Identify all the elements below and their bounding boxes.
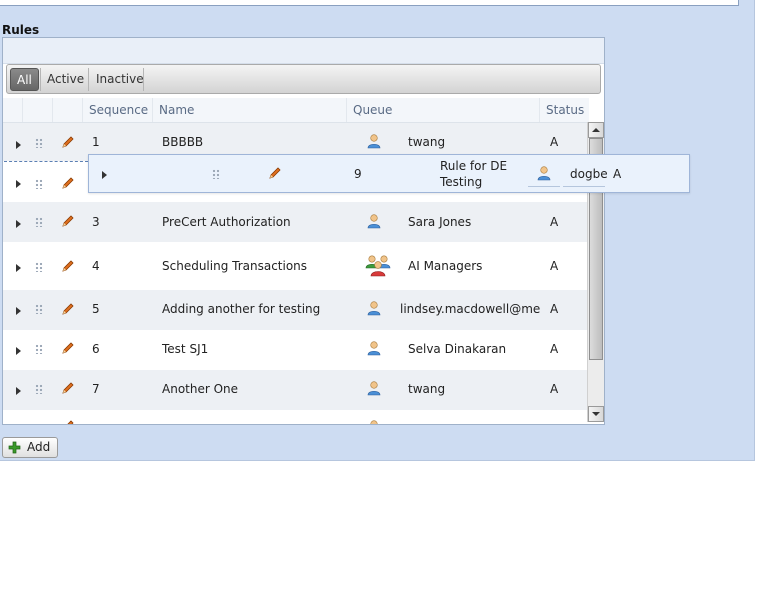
scroll-up-button[interactable] [588,122,604,138]
header-status[interactable]: Status [540,98,589,122]
sequence-cell: 1 [92,135,100,149]
table-row[interactable] [3,410,589,424]
sequence-cell: 4 [92,259,100,273]
status-cell: A [550,302,559,316]
status-cell: A [613,167,622,181]
expand-row-icon[interactable] [16,141,21,149]
table-row[interactable]: 7 Another One twang A [3,370,589,410]
expand-row-icon[interactable] [16,220,21,228]
dragged-row[interactable]: 9 Rule for DE Testing dogbe A [88,154,690,193]
status-cell: A [550,259,559,273]
sequence-cell: 5 [92,302,100,316]
scroll-down-button[interactable] [588,406,604,422]
name-cell: Another One [162,382,239,396]
table-row[interactable]: 3 PreCert Authorization Sara Jones A [3,202,589,242]
header-sequence[interactable]: Sequence [83,98,153,122]
user-icon [367,134,381,149]
sequence-cell: 6 [92,342,100,356]
user-icon [537,166,551,181]
section-title: Rules [2,23,40,37]
edit-pencil-icon[interactable] [61,302,75,316]
queue-cell: lindsey.macdowell@meda: [400,302,540,316]
cell-underline [528,186,560,187]
filter-divider [88,68,89,91]
add-button-label: Add [27,440,51,454]
name-cell: Test SJ1 [162,342,209,356]
status-cell: A [550,215,559,229]
queue-cell: dogbe [570,167,608,181]
drag-handle-icon[interactable] [35,138,43,148]
header-drag-column [23,98,53,122]
group-icon [365,255,391,277]
column-header-row: Sequence Name Queue Status [3,98,589,123]
queue-cell: twang [408,382,446,396]
queue-cell: Selva Dinakaran [408,342,507,356]
expand-row-icon[interactable] [16,347,21,355]
cell-underline [563,186,605,187]
status-cell: A [550,342,559,356]
drag-handle-icon[interactable] [35,217,43,227]
name-cell: BBBBB [162,135,204,149]
status-cell: A [550,382,559,396]
add-plus-icon [8,441,21,454]
edit-pencil-icon[interactable] [61,259,75,273]
expand-row-icon[interactable] [16,387,21,395]
user-icon [367,341,381,356]
user-icon [370,420,378,424]
drag-handle-icon[interactable] [35,304,43,314]
user-icon [367,214,381,229]
edit-pencil-icon[interactable] [61,176,75,190]
edit-pencil-icon[interactable] [61,341,75,355]
user-icon [367,301,381,316]
drag-handle-icon[interactable] [35,344,43,354]
drag-handle-icon[interactable] [35,262,43,272]
expand-row-icon[interactable] [16,264,21,272]
filter-inactive-button[interactable]: Inactive [90,68,150,91]
expand-row-icon[interactable] [16,180,21,188]
drag-handle-icon[interactable] [35,179,43,189]
header-expand-column [3,98,23,122]
table-row[interactable]: 4 Scheduling Transactions AI Managers A [3,242,589,290]
name-cell-line1: Rule for DE [440,159,508,173]
add-button[interactable]: Add [2,437,58,458]
grid-toolbar-band [3,38,604,64]
drag-handle-icon[interactable] [212,169,220,179]
sequence-cell: 3 [92,215,100,229]
header-queue[interactable]: Queue [347,98,540,122]
edit-pencil-icon[interactable] [61,381,75,395]
user-icon [367,381,381,396]
filter-active-button[interactable]: Active [41,68,90,91]
queue-cell: AI Managers [408,259,483,273]
queue-cell: Sara Jones [408,215,472,229]
sequence-cell: 7 [92,382,100,396]
name-cell-line2: Testing [440,175,483,189]
arrow-down-icon [592,412,600,416]
name-cell: Scheduling Transactions [162,259,308,273]
sequence-cell: 9 [354,167,362,181]
name-cell: Adding another for testing [162,302,321,316]
drop-indicator-line [4,161,88,162]
top-panel-edge [0,0,739,6]
expand-row-icon[interactable] [102,171,107,179]
filter-all-button[interactable]: All [10,68,39,91]
rules-grid: All Active Inactive Sequence Name Queue … [2,37,605,425]
name-cell: PreCert Authorization [162,215,291,229]
table-row[interactable]: 6 Test SJ1 Selva Dinakaran A [3,330,589,370]
expand-row-icon[interactable] [16,307,21,315]
filter-divider [143,68,144,91]
drag-handle-icon[interactable] [35,384,43,394]
filter-bar: All Active Inactive [6,64,601,94]
table-row[interactable]: 5 Adding another for testing lindsey.mac… [3,290,589,330]
edit-pencil-icon[interactable] [61,135,75,149]
queue-cell: twang [408,135,446,149]
edit-pencil-icon[interactable] [268,166,282,180]
edit-pencil-icon[interactable] [61,419,75,425]
status-cell: A [550,135,559,149]
arrow-up-icon [592,128,600,132]
header-name[interactable]: Name [153,98,347,122]
edit-pencil-icon[interactable] [61,214,75,228]
header-edit-column [53,98,83,122]
